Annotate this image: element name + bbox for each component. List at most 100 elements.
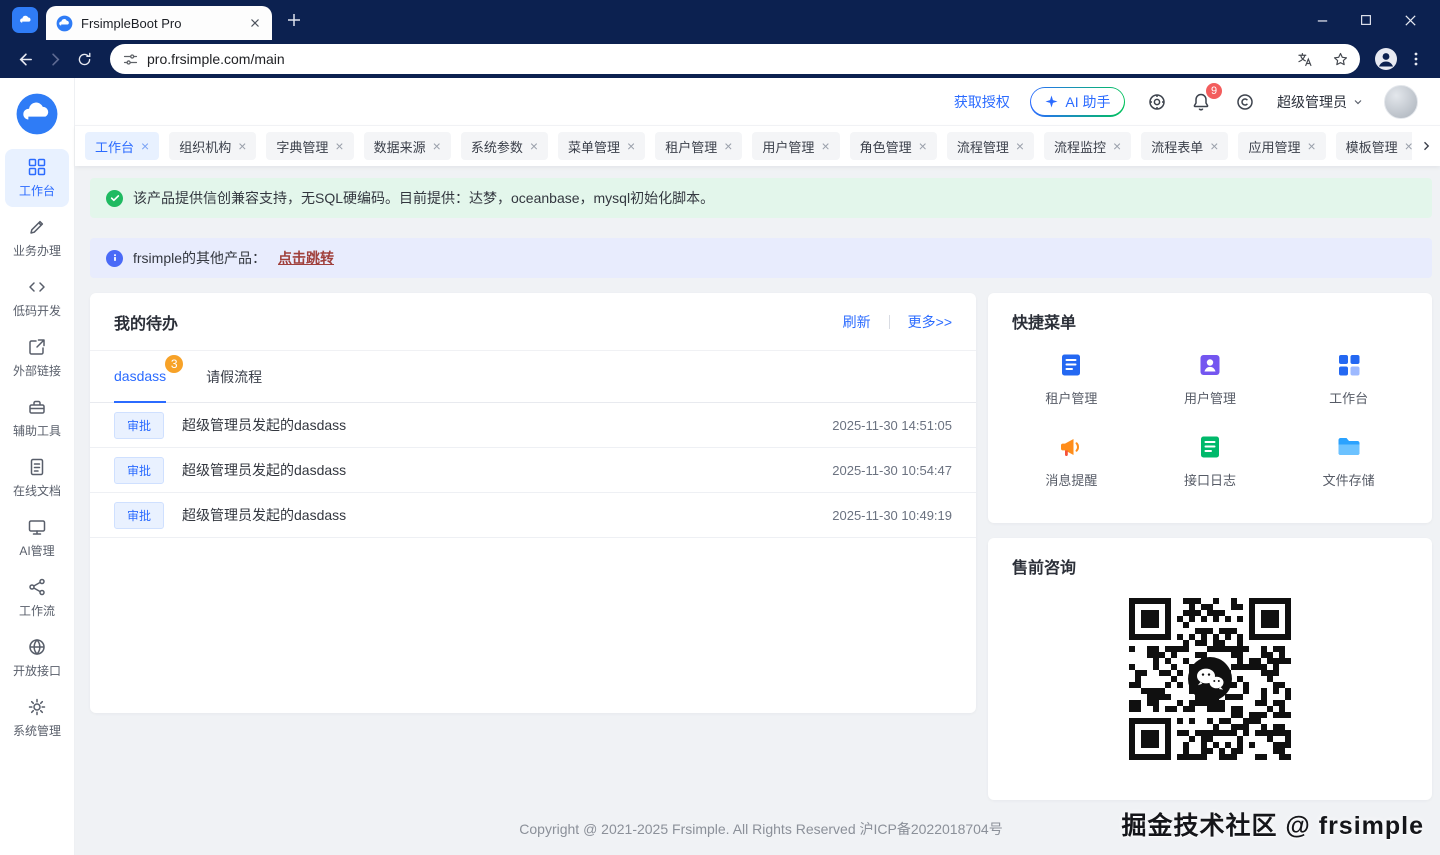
page-tab-label: 应用管理	[1248, 139, 1301, 155]
page-tab[interactable]: 组织机构	[169, 132, 257, 160]
page-tab[interactable]: 数据来源	[363, 132, 451, 160]
divider	[888, 314, 890, 329]
tab-close-icon[interactable]	[1016, 139, 1024, 153]
quick-item-workbench[interactable]: 工作台	[1279, 351, 1418, 407]
sidebar-item-tools[interactable]: 辅助工具	[5, 389, 69, 447]
tab-close-icon[interactable]	[627, 139, 635, 153]
sidebar-item-lowcode[interactable]: 低码开发	[5, 269, 69, 327]
watermark-text: 掘金技术社区 @ frsimple	[1121, 812, 1424, 840]
page-tab[interactable]: 角色管理	[849, 132, 937, 160]
sidebar-item-external-link[interactable]: 外部链接	[5, 329, 69, 387]
page-tab[interactable]: 应用管理	[1238, 132, 1326, 160]
new-tab-button[interactable]	[280, 6, 308, 34]
page-tab[interactable]: 工作台	[85, 132, 160, 160]
sidebar-item-ai[interactable]: AI管理	[5, 509, 69, 567]
browser-profile-avatar[interactable]	[1372, 45, 1400, 73]
page-tab-label: 组织机构	[179, 139, 232, 155]
get-authorization-link[interactable]: 获取授权	[954, 92, 1010, 112]
quick-item-user[interactable]: 用户管理	[1141, 351, 1280, 407]
page-tab[interactable]: 租户管理	[655, 132, 743, 160]
url-text[interactable]: pro.frsimple.com/main	[147, 51, 1282, 67]
window-minimize-button[interactable]	[1300, 0, 1344, 40]
back-button[interactable]	[10, 45, 38, 73]
site-info-icon[interactable]	[122, 51, 139, 68]
tab-close-icon[interactable]	[821, 139, 829, 153]
settings-icon[interactable]	[1145, 90, 1169, 114]
tab-close-icon[interactable]	[335, 139, 343, 153]
toolbox-icon	[29, 400, 45, 414]
refresh-link[interactable]: 刷新	[843, 312, 871, 332]
tab-close-icon[interactable]	[141, 139, 149, 153]
tab-close-icon[interactable]	[1307, 139, 1315, 153]
window-maximize-button[interactable]	[1344, 0, 1388, 40]
page-tab[interactable]: 字典管理	[266, 132, 354, 160]
sidebar-item-business[interactable]: 业务办理	[5, 209, 69, 267]
tab-close-icon[interactable]	[248, 16, 262, 30]
copyright-icon[interactable]	[1233, 90, 1257, 114]
page-tab[interactable]: 菜单管理	[558, 132, 646, 160]
grid-icon	[28, 158, 46, 176]
tab-close-icon[interactable]	[724, 139, 732, 153]
page-tab[interactable]: 流程管理	[946, 132, 1035, 160]
bookmark-star-icon[interactable]	[1326, 45, 1354, 73]
approve-button[interactable]: 审批	[114, 501, 165, 529]
approve-button[interactable]: 审批	[114, 456, 165, 484]
sidebar-item-system[interactable]: 系统管理	[5, 689, 69, 747]
address-bar[interactable]: pro.frsimple.com/main	[110, 44, 1360, 74]
right-column: 快捷菜单 租户管理 用户管理 工作台 消息提醒 接口日志 文件存储 售前咨询	[988, 293, 1432, 800]
notification-bell-icon[interactable]: 9	[1189, 82, 1222, 114]
approve-button[interactable]: 审批	[114, 411, 165, 439]
tab-close-icon[interactable]	[238, 139, 246, 153]
tab-close-icon[interactable]	[919, 139, 927, 153]
window-close-button[interactable]	[1388, 0, 1432, 40]
browser-tab-title: FrsimpleBoot Pro	[81, 15, 182, 31]
page-tab-bar: 工作台 组织机构 字典管理 数据来源 系统参数 菜单管理 租户管理 用户管理 角…	[75, 125, 1440, 166]
todo-row-text[interactable]: 超级管理员发起的dasdass	[182, 415, 346, 435]
page-tab[interactable]: 系统参数	[460, 132, 549, 160]
tab-close-icon[interactable]	[433, 139, 441, 153]
page-tab-label: 角色管理	[859, 139, 912, 155]
sidebar-item-docs[interactable]: 在线文档	[5, 449, 69, 507]
sidebar: 工作台 业务办理 低码开发 外部链接 辅助工具 在线文档 AI管理 工作流 开放…	[0, 78, 75, 855]
page-tab-label: 流程表单	[1151, 139, 1204, 155]
todo-tab-label: 请假流程	[206, 368, 263, 385]
ai-assistant-button[interactable]: AI 助手	[1029, 86, 1125, 117]
page-tab[interactable]: 模板管理	[1335, 132, 1423, 160]
quick-item-api-log[interactable]: 接口日志	[1141, 433, 1280, 489]
page-tab[interactable]: 流程监控	[1044, 132, 1132, 160]
sidebar-item-workbench[interactable]: 工作台	[5, 149, 69, 207]
todo-tab-leave-process[interactable]: 请假流程	[206, 351, 262, 402]
tab-scroll-right-icon[interactable]	[1412, 126, 1440, 166]
sidebar-item-open-api[interactable]: 开放接口	[5, 629, 69, 687]
forward-button[interactable]	[40, 45, 68, 73]
tab-close-icon[interactable]	[1210, 139, 1218, 153]
translate-icon[interactable]	[1290, 45, 1318, 73]
tab-close-icon[interactable]	[530, 139, 538, 153]
quick-item-storage[interactable]: 文件存储	[1279, 433, 1418, 489]
sidebar-item-label: 辅助工具	[12, 424, 61, 438]
sparkle-icon	[1045, 95, 1058, 108]
quick-item-message[interactable]: 消息提醒	[1002, 433, 1141, 489]
folder-icon	[1338, 438, 1360, 455]
app-logo[interactable]	[15, 92, 59, 136]
reload-button[interactable]	[70, 45, 98, 73]
quick-item-tenant[interactable]: 租户管理	[1002, 351, 1141, 407]
more-link[interactable]: 更多>>	[908, 312, 952, 332]
tab-close-icon[interactable]	[1113, 139, 1121, 153]
todo-row-text[interactable]: 超级管理员发起的dasdass	[182, 505, 346, 525]
browser-tab-strip: FrsimpleBoot Pro	[0, 0, 1440, 40]
quick-item-label: 租户管理	[1045, 391, 1098, 406]
todo-row-text[interactable]: 超级管理员发起的dasdass	[182, 460, 346, 480]
todo-tab-dasdass[interactable]: dasdass 3	[114, 351, 184, 403]
todo-row: 审批 超级管理员发起的dasdass 2025-11-30 10:49:19	[90, 493, 976, 538]
sidebar-item-workflow[interactable]: 工作流	[5, 569, 69, 627]
info-alert-link[interactable]: 点击跳转	[278, 248, 334, 268]
page-tab[interactable]: 流程表单	[1141, 132, 1229, 160]
user-menu[interactable]: 超级管理员	[1277, 92, 1364, 112]
browser-tab[interactable]: FrsimpleBoot Pro	[46, 6, 272, 40]
user-avatar[interactable]	[1384, 84, 1418, 119]
page-tab[interactable]: 用户管理	[752, 132, 840, 160]
browser-menu-kebab-icon[interactable]	[1402, 45, 1430, 73]
browser-logo-icon[interactable]	[12, 7, 38, 33]
todo-tab-label: dasdass	[114, 368, 167, 384]
